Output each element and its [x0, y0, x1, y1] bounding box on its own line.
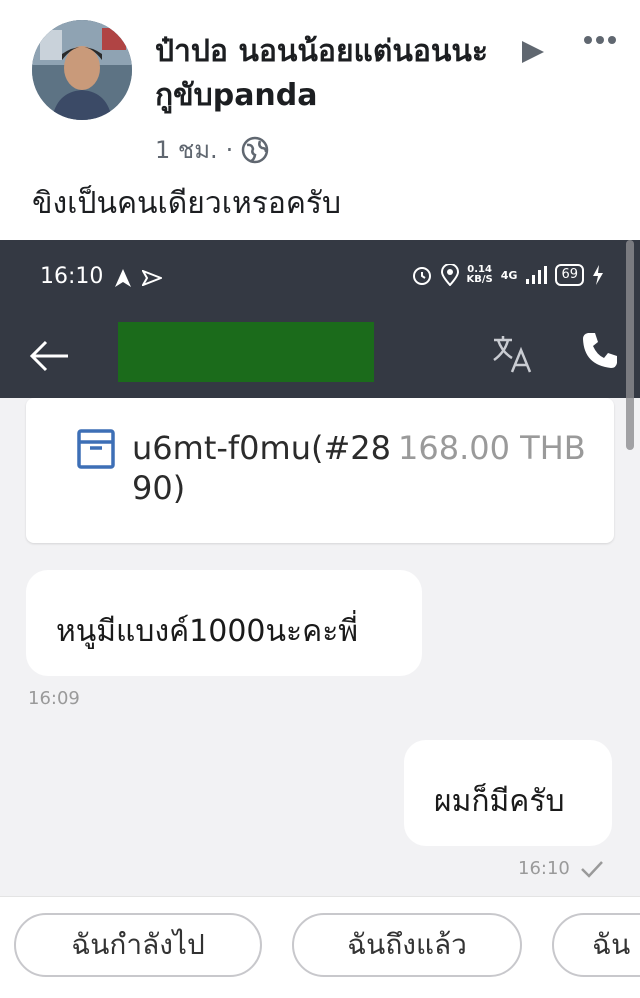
- globe-icon: [242, 136, 269, 163]
- back-icon[interactable]: [28, 338, 70, 374]
- quick-reply-chip[interactable]: ฉันถึงแล้ว: [292, 913, 522, 977]
- incoming-message-time: 16:09: [28, 688, 80, 709]
- incoming-message: หนูมีแบงค์1000นะคะพี่: [26, 570, 422, 676]
- outgoing-message: ผมก็มีครับ: [404, 740, 612, 846]
- alarm-icon: [412, 267, 431, 285]
- location-icon: [440, 264, 459, 286]
- post-meta: 1 ชม. ·: [155, 130, 269, 169]
- post-time[interactable]: 1 ชม.: [155, 130, 218, 169]
- signal-icon: [526, 266, 548, 284]
- status-time: 16:10: [40, 264, 104, 289]
- outgoing-message-meta: 16:10: [518, 858, 604, 879]
- post-text: ขิงเป็นคนเดียวเหรอครับ: [32, 186, 342, 221]
- box-icon: [77, 429, 115, 469]
- charging-icon: [593, 265, 603, 285]
- status-bar: 16:10 0.14 KB/S 4G 69: [0, 240, 640, 316]
- redacted-contact-name: [118, 322, 374, 382]
- translate-icon[interactable]: [490, 332, 534, 376]
- status-icons: 0.14 KB/S 4G 69: [411, 264, 604, 286]
- navigation-icon: [115, 269, 131, 287]
- play-icon[interactable]: [518, 38, 546, 66]
- net-speed-unit: KB/S: [466, 274, 493, 285]
- order-amount: 168.00 THB: [398, 429, 586, 467]
- check-icon: [580, 860, 603, 878]
- post-title-line1: ป๋าปอ นอนน้อยแต่นอนนะ: [155, 34, 489, 69]
- more-icon[interactable]: [582, 30, 618, 50]
- order-card[interactable]: u6mt-f0mu(#2890) 168.00 THB: [26, 398, 614, 543]
- battery-icon: 69: [555, 264, 584, 286]
- avatar[interactable]: [32, 20, 132, 120]
- post-title-line2: กูขับpanda: [155, 78, 318, 113]
- quick-reply-chip[interactable]: ฉัน: [552, 913, 640, 977]
- quick-replies: ฉันกำลังไป ฉันถึงแล้ว ฉัน: [0, 896, 640, 998]
- post-title[interactable]: ป๋าปอ นอนน้อยแต่นอนนะ กูขับpanda: [155, 30, 555, 118]
- phone-icon[interactable]: [580, 330, 620, 370]
- meta-separator: ·: [225, 135, 234, 164]
- network-speed: 0.14 KB/S: [467, 265, 493, 285]
- post-header: ป๋าปอ นอนน้อยแต่นอนนะ กูขับpanda 1 ชม. ·…: [0, 0, 640, 240]
- order-id: u6mt-f0mu(#2890): [132, 429, 391, 507]
- chat-app-bar: [0, 316, 640, 398]
- send-icon: [142, 270, 162, 286]
- chat-screenshot: 16:10 0.14 KB/S 4G 69 u6mt-f0mu(#2890) 1…: [0, 240, 640, 998]
- outgoing-message-time: 16:10: [518, 858, 570, 879]
- scrollbar[interactable]: [626, 240, 634, 450]
- quick-reply-chip[interactable]: ฉันกำลังไป: [14, 913, 262, 977]
- network-type: 4G: [500, 268, 518, 282]
